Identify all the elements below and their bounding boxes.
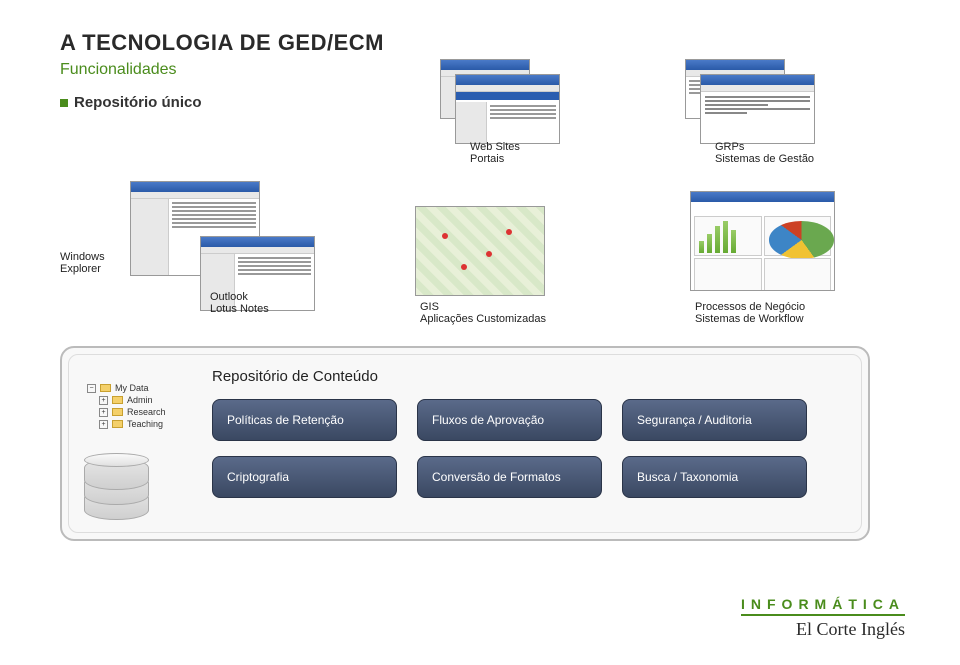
thumb-grp-front <box>700 74 815 144</box>
repo-box-fluxos: Fluxos de Aprovação <box>417 399 602 441</box>
repo-box-criptografia: Criptografia <box>212 456 397 498</box>
bullet-text: Repositório único <box>74 94 202 111</box>
label-websites: Web Sites Portais <box>470 141 520 165</box>
label-grps-l2: Sistemas de Gestão <box>715 153 814 165</box>
folder-icon <box>112 420 123 428</box>
label-winexp-l1: Windows <box>60 251 105 263</box>
label-winexp-l2: Explorer <box>60 263 105 275</box>
repo-box-busca: Busca / Taxonomia <box>622 456 807 498</box>
bullet-icon <box>60 99 68 107</box>
dash-gauge-1 <box>694 258 762 291</box>
repo-grid: Políticas de Retenção Fluxos de Aprovaçã… <box>212 399 838 498</box>
dash-gauge-2 <box>764 258 832 291</box>
label-outlook-l2: Lotus Notes <box>210 303 269 315</box>
thumb-gis <box>415 206 545 296</box>
expand-icon: + <box>99 420 108 429</box>
footer-logo: INFORMÁTICA El Corte Inglés <box>741 596 905 640</box>
label-gis-l1: GIS <box>420 301 546 313</box>
label-workflow: Processos de Negócio Sistemas de Workflo… <box>695 301 805 325</box>
label-wf-l2: Sistemas de Workflow <box>695 313 805 325</box>
tree-item: + Research <box>87 407 177 417</box>
label-wf-l1: Processos de Negócio <box>695 301 805 313</box>
slide: A TECNOLOGIA DE GED/ECM Funcionalidades … <box>0 0 960 665</box>
logo-el-corte-ingles: El Corte Inglés <box>741 619 905 640</box>
tree-root-label: My Data <box>115 383 149 393</box>
label-gis-l2: Aplicações Customizadas <box>420 313 546 325</box>
tree-root: − My Data <box>87 383 177 393</box>
dash-pie-chart <box>764 216 832 256</box>
label-websites-l2: Portais <box>470 153 520 165</box>
label-outlook-l1: Outlook <box>210 291 269 303</box>
tree-item-label: Admin <box>127 395 153 405</box>
label-outlook: Outlook Lotus Notes <box>210 291 269 315</box>
repo-title: Repositório de Conteúdo <box>212 368 838 385</box>
label-windows-explorer: Windows Explorer <box>60 251 105 275</box>
expand-icon: + <box>99 408 108 417</box>
expand-icon: + <box>99 396 108 405</box>
repo-box-retencao: Políticas de Retenção <box>212 399 397 441</box>
tree-item-label: Research <box>127 407 166 417</box>
label-grps: GRPs Sistemas de Gestão <box>715 141 814 165</box>
repo-box-conversao: Conversão de Formatos <box>417 456 602 498</box>
page-title: A TECNOLOGIA DE GED/ECM <box>60 30 900 56</box>
label-websites-l1: Web Sites <box>470 141 520 153</box>
collapse-icon: − <box>87 384 96 393</box>
dash-bar-chart <box>694 216 762 256</box>
repo-right: Repositório de Conteúdo Políticas de Ret… <box>212 368 838 498</box>
folder-icon <box>112 408 123 416</box>
logo-informatica: INFORMÁTICA <box>741 596 905 616</box>
thumb-website-front <box>455 74 560 144</box>
diagram: Web Sites Portais GRPs Sistemas de Gestã… <box>60 131 880 561</box>
folder-icon <box>100 384 111 392</box>
thumb-dashboard <box>690 191 835 291</box>
folder-icon <box>112 396 123 404</box>
tree-item-label: Teaching <box>127 419 163 429</box>
tree-item: + Teaching <box>87 419 177 429</box>
repository-container: − My Data + Admin + Research + T <box>60 346 870 541</box>
tree-item: + Admin <box>87 395 177 405</box>
repo-box-seguranca: Segurança / Auditoria <box>622 399 807 441</box>
label-gis: GIS Aplicações Customizadas <box>420 301 546 325</box>
repo-tree: − My Data + Admin + Research + T <box>87 383 177 431</box>
database-icon <box>84 448 149 523</box>
label-grps-l1: GRPs <box>715 141 814 153</box>
